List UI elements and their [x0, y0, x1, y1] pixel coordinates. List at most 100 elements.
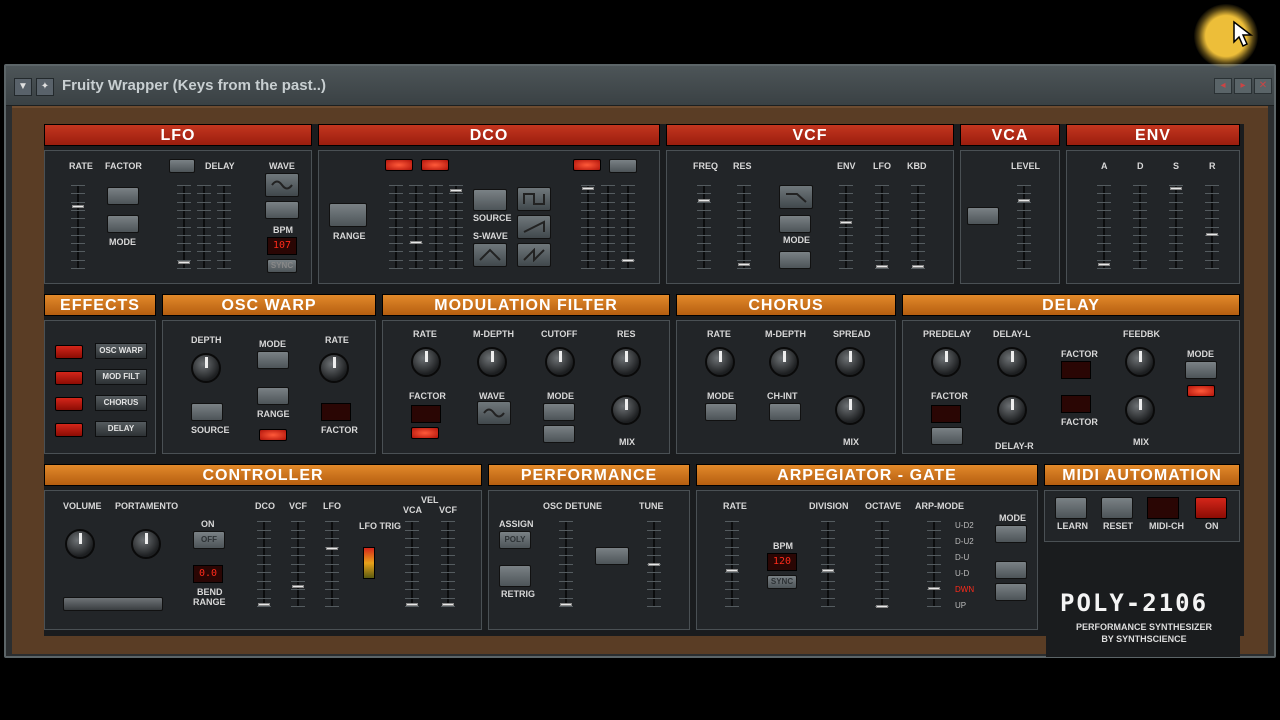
dco-ramp-button[interactable]	[517, 243, 551, 267]
dco-range-button[interactable]	[329, 203, 367, 227]
mod-filter-mode-button-2[interactable]	[543, 425, 575, 443]
effects-item-delay[interactable]: DELAY	[95, 421, 147, 437]
delay-r-knob[interactable]	[997, 395, 1027, 425]
controller-vel-vcf-slider[interactable]	[441, 521, 455, 607]
dco-slider-1[interactable]	[389, 185, 403, 269]
arp-octave-slider[interactable]	[875, 521, 889, 608]
dco-noise-button[interactable]	[609, 159, 637, 173]
lfo-mode-button[interactable]	[107, 215, 139, 233]
controller-volume-knob[interactable]	[65, 529, 95, 559]
delay-predelay-knob[interactable]	[931, 347, 961, 377]
dco-pulse-button[interactable]	[517, 187, 551, 211]
vcf-mode-button[interactable]	[779, 215, 811, 233]
effects-item-mod-filt[interactable]: MOD FILT	[95, 369, 147, 385]
dco-noise-slider[interactable]	[601, 185, 615, 269]
osc-warp-depth-knob[interactable]	[191, 353, 221, 383]
osc-warp-led[interactable]	[259, 429, 287, 441]
lfo-wave-button[interactable]	[265, 173, 299, 197]
osc-warp-range-button[interactable]	[257, 387, 289, 405]
dco-slider-4[interactable]	[449, 185, 463, 269]
lfo-delay-slider-2[interactable]	[197, 185, 211, 269]
lfo-delay-slider-3[interactable]	[217, 185, 231, 269]
mod-filter-mode-button[interactable]	[543, 403, 575, 421]
delay-l-knob[interactable]	[997, 347, 1027, 377]
effects-item-chorus[interactable]: CHORUS	[95, 395, 147, 411]
controller-vcf-slider[interactable]	[291, 521, 305, 607]
effects-delay-toggle[interactable]	[55, 423, 83, 437]
delay-mode-button[interactable]	[1185, 361, 1217, 379]
effects-mod-filt-toggle[interactable]	[55, 371, 83, 385]
effects-osc-warp-toggle[interactable]	[55, 345, 83, 359]
vca-env-button[interactable]	[967, 207, 999, 225]
lfo-factor-button[interactable]	[107, 187, 139, 205]
prev-arrow-icon[interactable]: ◂	[1214, 78, 1232, 94]
controller-off-button[interactable]: OFF	[193, 531, 225, 549]
delay-sync-button[interactable]	[931, 427, 963, 445]
vcf-lfo-slider[interactable]	[875, 185, 889, 269]
lfo-rate-slider[interactable]	[71, 185, 85, 269]
env-a-slider[interactable]	[1097, 185, 1111, 269]
dco-slider-3[interactable]	[429, 185, 443, 269]
dco-sub-slider[interactable]	[581, 185, 595, 269]
arp-hold-button[interactable]	[995, 583, 1027, 601]
vcf-slope-button[interactable]	[779, 185, 813, 209]
lfo-wave-select[interactable]	[265, 201, 299, 219]
chorus-mode-button[interactable]	[705, 403, 737, 421]
controller-dco-slider[interactable]	[257, 521, 271, 607]
effects-item-osc-warp[interactable]: OSC WARP	[95, 343, 147, 359]
mod-filter-mix-knob[interactable]	[611, 395, 641, 425]
arp-rate-slider[interactable]	[725, 521, 739, 607]
delay-mix-knob[interactable]	[1125, 395, 1155, 425]
arp-division-slider[interactable]	[821, 521, 835, 607]
vcf-kbd-slider[interactable]	[911, 185, 925, 269]
mod-filter-cutoff-knob[interactable]	[545, 347, 575, 377]
perf-poly-button[interactable]: POLY	[499, 531, 531, 549]
env-s-slider[interactable]	[1169, 185, 1183, 269]
mod-filter-led[interactable]	[411, 427, 439, 439]
midi-reset-button[interactable]	[1101, 497, 1133, 519]
next-arrow-icon[interactable]: ▸	[1234, 78, 1252, 94]
dco-source-button[interactable]	[473, 189, 507, 211]
lfo-sync-button[interactable]: SYNC	[267, 259, 297, 273]
controller-vel-vca-slider[interactable]	[405, 521, 419, 607]
osc-warp-rate-knob[interactable]	[319, 353, 349, 383]
dco-slider-2[interactable]	[409, 185, 423, 269]
dco-led-1[interactable]	[385, 159, 413, 171]
controller-portamento-knob[interactable]	[131, 529, 161, 559]
env-d-slider[interactable]	[1133, 185, 1147, 269]
mod-filter-res-knob[interactable]	[611, 347, 641, 377]
chorus-m-depth-knob[interactable]	[769, 347, 799, 377]
chorus-rate-knob[interactable]	[705, 347, 735, 377]
close-icon[interactable]: ✕	[1254, 78, 1272, 94]
dco-saw-button[interactable]	[517, 215, 551, 239]
env-r-slider[interactable]	[1205, 185, 1219, 269]
dropdown-arrow-icon[interactable]: ▼	[14, 78, 32, 96]
controller-lfo-slider[interactable]	[325, 521, 339, 607]
arp-sync-button[interactable]: SYNC	[767, 575, 797, 589]
arp-mode-button[interactable]	[995, 525, 1027, 543]
effects-chorus-toggle[interactable]	[55, 397, 83, 411]
midi-on-button[interactable]	[1195, 497, 1227, 519]
dco-s-wave-button[interactable]	[473, 243, 507, 267]
dco-mix-slider[interactable]	[621, 185, 635, 269]
perf-retrig-button[interactable]	[499, 565, 531, 587]
osc-warp-source-button[interactable]	[191, 403, 223, 421]
lfo-step-button[interactable]	[169, 159, 195, 173]
delay-feedbk-knob[interactable]	[1125, 347, 1155, 377]
perf-detune-slider[interactable]	[559, 521, 573, 607]
mod-filter-m-depth-knob[interactable]	[477, 347, 507, 377]
arp-off-button[interactable]	[995, 561, 1027, 579]
midi-learn-button[interactable]	[1055, 497, 1087, 519]
lfo-delay-slider[interactable]	[177, 185, 191, 269]
controller-pitch-bender[interactable]	[63, 597, 163, 611]
vcf-res-slider[interactable]	[737, 185, 751, 269]
dco-led-3[interactable]	[573, 159, 601, 171]
vca-level-slider[interactable]	[1017, 185, 1031, 269]
delay-mode-led[interactable]	[1187, 385, 1215, 397]
chorus-mix-knob[interactable]	[835, 395, 865, 425]
vcf-gate-button[interactable]	[779, 251, 811, 269]
arp-mode-slider[interactable]	[927, 521, 941, 607]
dco-led-2[interactable]	[421, 159, 449, 171]
mod-filter-wave-button[interactable]	[477, 401, 511, 425]
chorus-ch-int-button[interactable]	[769, 403, 801, 421]
